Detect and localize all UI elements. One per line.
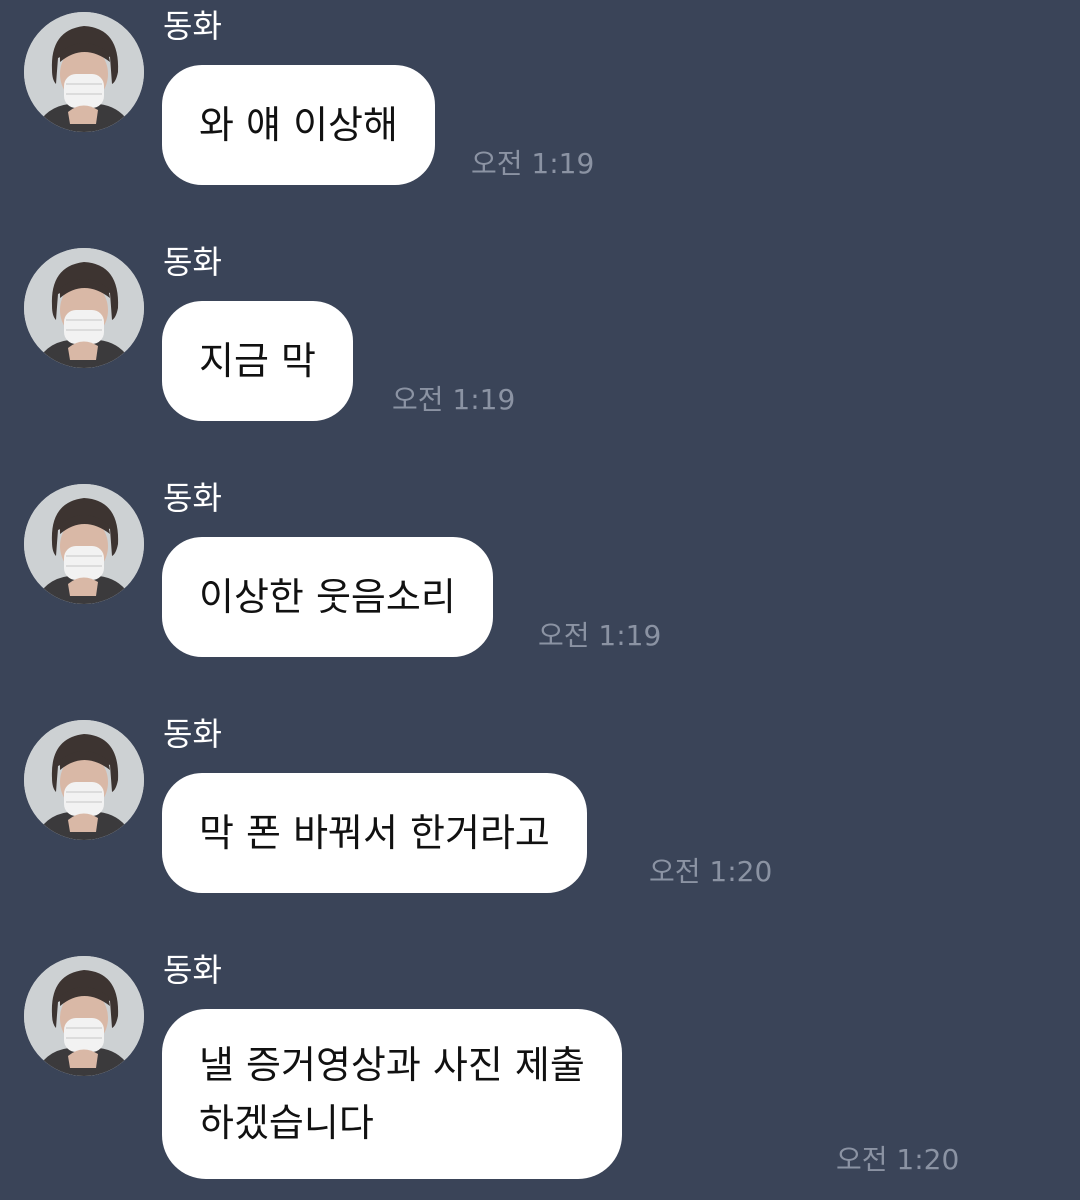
profile-photo-icon	[24, 720, 144, 840]
message-text: 낼 증거영상과 사진 제출 하겠습니다	[199, 1043, 585, 1145]
message-bubble[interactable]: 이상한 웃음소리	[162, 537, 493, 657]
message-text: 이상한 웃음소리	[199, 575, 456, 619]
avatar[interactable]	[24, 248, 144, 368]
message-timestamp: 오전 1:19	[471, 147, 595, 180]
message-bubble[interactable]: 낼 증거영상과 사진 제출 하겠습니다	[162, 1009, 622, 1179]
profile-photo-icon	[24, 484, 144, 604]
message-text: 와 얘 이상해	[199, 103, 398, 147]
sender-name: 동화	[163, 7, 222, 45]
message-bubble[interactable]: 막 폰 바꿔서 한거라고	[162, 773, 587, 893]
sender-name: 동화	[163, 715, 222, 753]
chat-message-list[interactable]: 동화 와 얘 이상해 오전 1:19 동화 지금 막 오전 1:19 동화 이상…	[0, 0, 1080, 1200]
sender-name: 동화	[163, 951, 222, 989]
profile-photo-icon	[24, 248, 144, 368]
avatar[interactable]	[24, 720, 144, 840]
message-timestamp: 오전 1:20	[836, 1143, 960, 1176]
message-timestamp: 오전 1:19	[392, 383, 516, 416]
profile-photo-icon	[24, 956, 144, 1076]
profile-photo-icon	[24, 12, 144, 132]
message-text: 막 폰 바꿔서 한거라고	[199, 811, 550, 855]
message-text: 지금 막	[199, 339, 316, 383]
sender-name: 동화	[163, 479, 222, 517]
avatar[interactable]	[24, 956, 144, 1076]
message-timestamp: 오전 1:19	[538, 619, 662, 652]
sender-name: 동화	[163, 243, 222, 281]
message-bubble[interactable]: 지금 막	[162, 301, 353, 421]
message-bubble[interactable]: 와 얘 이상해	[162, 65, 435, 185]
avatar[interactable]	[24, 12, 144, 132]
avatar[interactable]	[24, 484, 144, 604]
message-timestamp: 오전 1:20	[649, 855, 773, 888]
